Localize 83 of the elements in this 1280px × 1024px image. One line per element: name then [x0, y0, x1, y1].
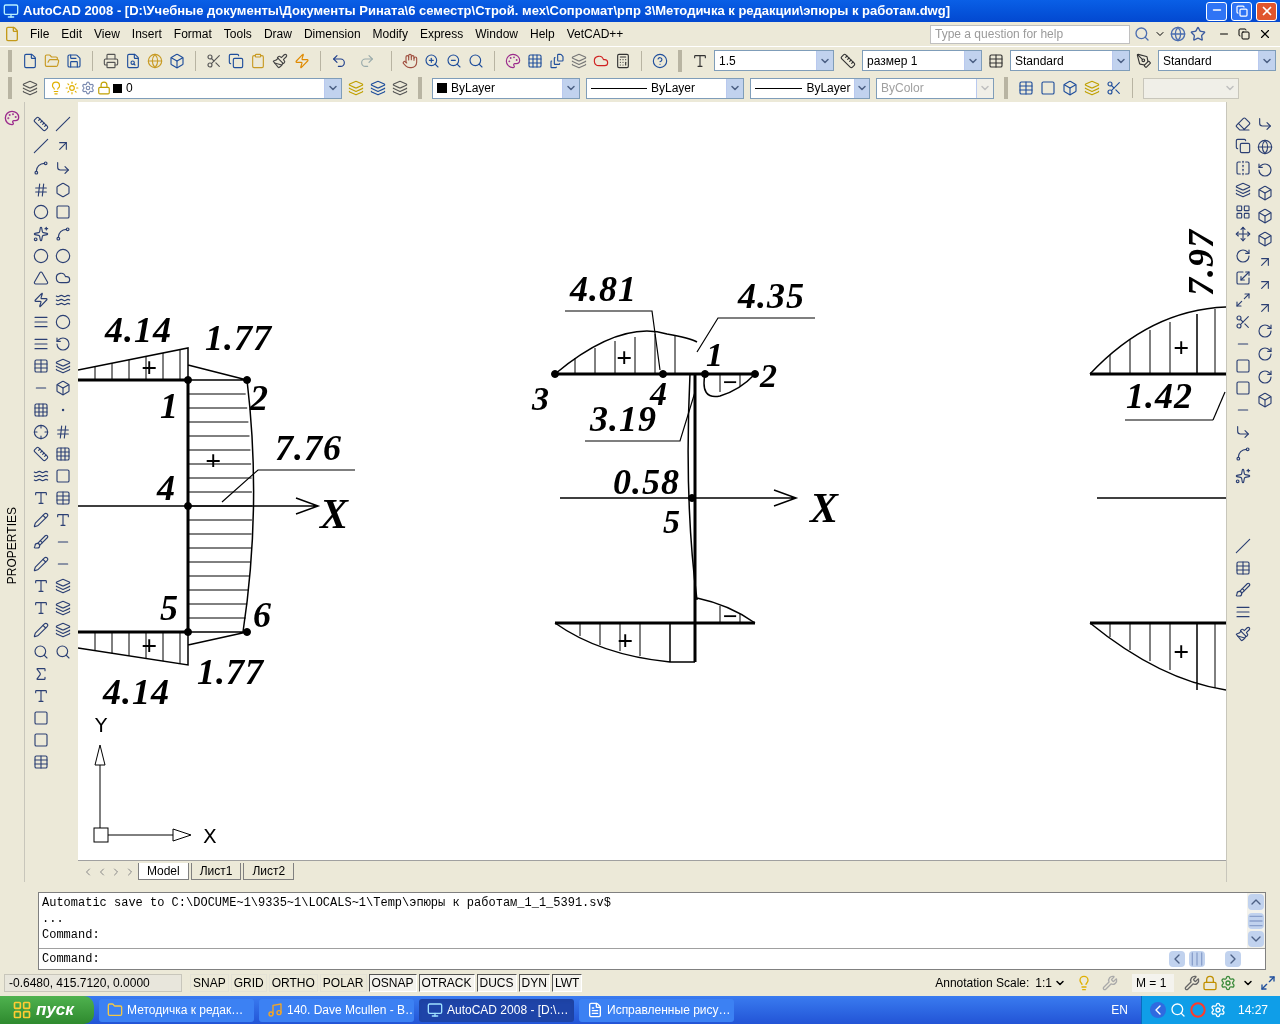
menu-item[interactable]: View — [88, 25, 126, 43]
diagram-label: 7.97 — [1181, 229, 1221, 296]
diagram-label: + — [1173, 636, 1190, 667]
style-dropdown[interactable]: размер 1 — [862, 50, 982, 71]
status-toggle-button[interactable]: SNAP — [190, 974, 229, 992]
diagram-label: X — [810, 485, 839, 531]
property-dropdown[interactable]: ByLayer — [750, 77, 870, 99]
diagram-label: − — [722, 368, 739, 397]
taskbar-task-button[interactable]: Методичка к редак… — [99, 998, 254, 1022]
coordinates-readout: -0.6480, 415.7120, 0.0000 — [4, 974, 182, 992]
menu-item[interactable]: Edit — [55, 25, 89, 43]
status-toggle-button[interactable]: OSNAP — [368, 974, 417, 992]
diagram-label: 1.42 — [1126, 376, 1193, 416]
style-dropdown[interactable]: 1.5 — [714, 50, 834, 71]
diagram-label: 6 — [253, 595, 272, 635]
diagram-label: 5 — [160, 588, 179, 628]
diagram-label: 3 — [532, 380, 550, 417]
menu-item[interactable]: Tools — [217, 25, 258, 43]
language-indicator[interactable]: EN — [1111, 1001, 1128, 1019]
status-toggle-button[interactable]: DYN — [518, 974, 550, 992]
menu-item[interactable]: File — [24, 25, 56, 43]
status-toggle-button[interactable]: DUCS — [476, 974, 517, 992]
diagram-label: + — [141, 352, 158, 383]
layout-tab[interactable]: Лист1 — [190, 863, 242, 880]
menu-item[interactable]: Window — [469, 25, 524, 43]
menu-item[interactable]: Modify — [366, 25, 414, 43]
taskbar-task-button[interactable]: 140. Dave Mcullen - B… — [259, 998, 414, 1022]
diagram-label: − — [722, 602, 739, 631]
annotation-scale-value[interactable]: 1:1 — [1035, 974, 1052, 992]
menu-item[interactable]: Express — [413, 25, 470, 43]
properties-panel-strip[interactable]: PROPERTIES — [0, 102, 25, 882]
taskbar-task-button[interactable]: AutoCAD 2008 - [D:\… — [419, 998, 574, 1022]
diagram-label: 4.35 — [738, 276, 805, 316]
layer-dropdown[interactable]: 0 — [44, 77, 342, 99]
clock: 14:27 — [1237, 1002, 1268, 1019]
status-toggle-button[interactable]: GRID — [230, 974, 267, 992]
menu-item[interactable]: Draw — [257, 25, 298, 43]
diagram-label: 0.58 — [613, 462, 680, 502]
diagram-label: 1 — [160, 386, 179, 426]
diagram-label: 2 — [760, 357, 778, 394]
diagram-label: 4.14 — [103, 672, 170, 712]
window-title: AutoCAD 2008 - [D:\Учебные документы\Документы Рината\6 семестр\Строй. мех\Сопромат\рпр 3\Методичка к редакции\эпюры к работам.dwg] — [23, 2, 951, 21]
diagram-label: 7.76 — [275, 428, 342, 468]
diagram-label: 5 — [663, 503, 681, 540]
menu-item[interactable]: Format — [167, 25, 218, 43]
diagram-label: 2 — [250, 378, 269, 418]
layout-tab[interactable]: Лист2 — [243, 863, 295, 880]
help-search-field[interactable]: Type a question for help — [930, 24, 1130, 44]
model-scale-readout: M = 1 — [1132, 974, 1174, 992]
annotation-scale-label: Annotation Scale: — [935, 975, 1030, 992]
menu-item[interactable]: Dimension — [297, 25, 367, 43]
command-prompt[interactable]: Command: — [39, 950, 1169, 968]
status-toggle-button[interactable]: ORTHO — [268, 974, 318, 992]
diagram-label: 1 — [706, 336, 724, 373]
axis-label: X — [203, 824, 217, 848]
diagram-label: + — [205, 445, 222, 476]
layout-tab[interactable]: Model — [138, 863, 189, 880]
command-history-line: Command: — [42, 927, 101, 943]
diagram-label: + — [616, 342, 633, 373]
command-history-line: Automatic save to C:\DOCUME~1\9335~1\LOCALS~1\Temp\эпюры к работам_1_1_5391.sv$ — [42, 895, 612, 911]
diagram-label: 4 — [157, 468, 176, 508]
diagram-label: + — [1173, 332, 1190, 363]
diagram-label: 4.14 — [105, 310, 172, 350]
diagram-label: 4.81 — [570, 269, 637, 309]
status-toggle-button[interactable]: POLAR — [319, 974, 367, 992]
menu-item[interactable]: VetCAD++ — [560, 25, 630, 43]
status-toggle-button[interactable]: OTRACK — [418, 974, 475, 992]
status-toggle-button[interactable]: LWT — [551, 974, 583, 992]
property-dropdown[interactable]: ByLayer — [432, 77, 580, 99]
command-history-line: ... — [42, 911, 65, 927]
property-dropdown[interactable]: ByLayer — [586, 77, 744, 99]
diagram-label: + — [617, 625, 634, 656]
diagram-label: 1.77 — [205, 318, 272, 358]
diagram-label: + — [141, 630, 158, 661]
diagram-label: 1.77 — [197, 652, 264, 692]
style-dropdown[interactable]: Standard — [1158, 50, 1276, 71]
diagram-label: X — [320, 491, 349, 537]
menu-item[interactable]: Help — [524, 25, 561, 43]
panel-title[interactable]: PROPERTIES — [3, 506, 21, 584]
style-dropdown[interactable]: Standard — [1010, 50, 1130, 71]
axis-label: Y — [95, 713, 108, 737]
taskbar-task-button[interactable]: Исправленные рису… — [579, 998, 734, 1022]
menu-item[interactable]: Insert — [125, 25, 168, 43]
